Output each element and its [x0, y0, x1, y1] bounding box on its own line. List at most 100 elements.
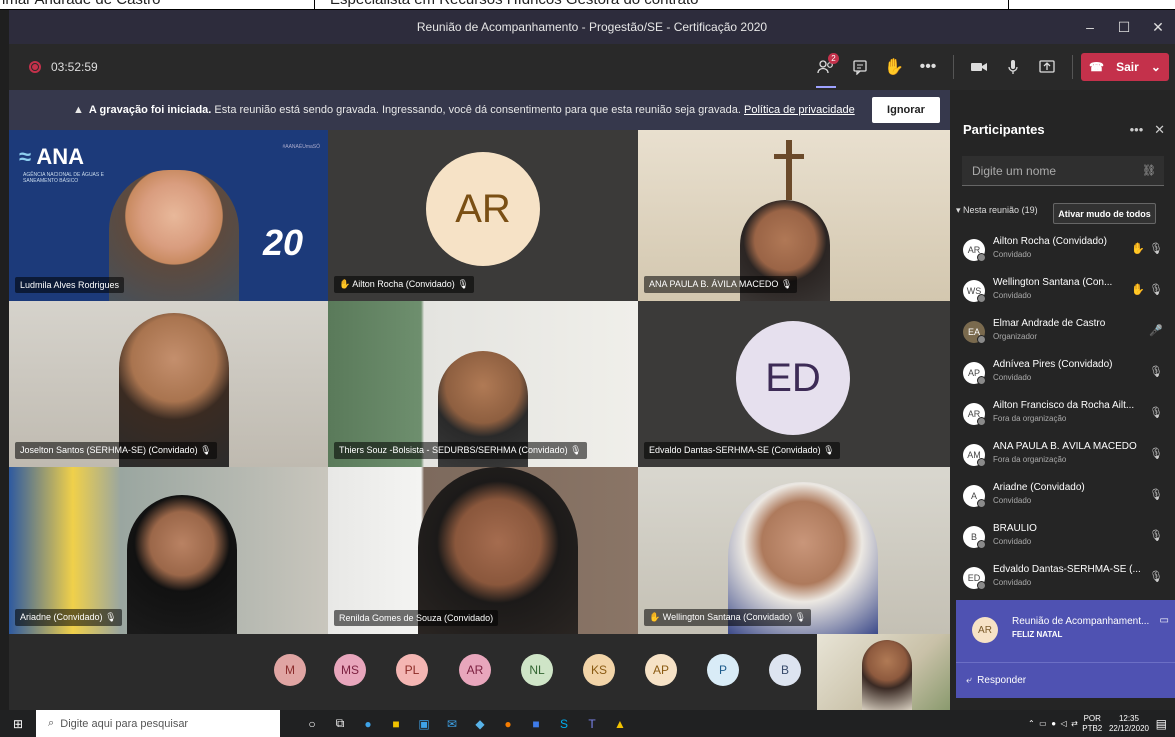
camera-button[interactable]: [962, 50, 996, 84]
list-item[interactable]: A Ariadne (Convidado) Convidado 🎙: [950, 476, 1175, 517]
avatar[interactable]: M: [274, 654, 306, 686]
avatar[interactable]: AR: [459, 654, 491, 686]
video-tile[interactable]: ANA PAULA B. ÁVILA MACEDO 🎙: [638, 130, 950, 301]
participant-video: [127, 495, 237, 634]
cortana-icon[interactable]: ○: [298, 710, 326, 737]
video-tile[interactable]: AR ✋ Ailton Rocha (Convidado) 🎙: [328, 130, 638, 301]
notification-title: Reunião de Acompanhament...: [1012, 616, 1150, 627]
chevron-down-icon[interactable]: ⌄: [1151, 60, 1161, 74]
list-item[interactable]: ED Edvaldo Dantas-SERHMA-SE (... Convidado…: [950, 558, 1175, 599]
network-icon[interactable]: ⇄: [1071, 719, 1078, 728]
participant-name: Ariadne (Convidado) 🎙: [15, 609, 122, 626]
privacy-link[interactable]: Política de privacidade: [744, 104, 855, 116]
list-item[interactable]: AP Adnívea Pires (Convidado) Convidado 🎙: [950, 353, 1175, 394]
avatar[interactable]: P: [707, 654, 739, 686]
mic-off-icon: 🎙: [823, 445, 835, 455]
reply-button[interactable]: ⤶ Responder: [956, 662, 1175, 698]
hand-icon: ✋: [1131, 284, 1145, 296]
video-tile[interactable]: Joselton Santos (SERHMA-SE) (Convidado) …: [9, 301, 328, 467]
task-view-icon[interactable]: ⧉: [326, 710, 354, 737]
leave-button[interactable]: ☎ Sair ⌄: [1081, 53, 1169, 81]
more-icon[interactable]: •••: [1130, 122, 1144, 137]
video-tile[interactable]: Renilda Gomes de Souza (Convidado): [328, 467, 638, 634]
volume-icon[interactable]: ◁: [1060, 719, 1066, 728]
chevron-up-icon[interactable]: ⌃: [1028, 719, 1035, 728]
avatar[interactable]: B: [769, 654, 801, 686]
list-item[interactable]: AM ANA PAULA B. ÁVILA MACEDO Fora da organ…: [950, 435, 1175, 476]
video-tile[interactable]: ✋ Wellington Santana (Convidado) 🎙: [638, 467, 950, 634]
mic-button[interactable]: [996, 50, 1030, 84]
close-icon[interactable]: ✕: [1141, 10, 1175, 44]
participant-name: Edvaldo Dantas-SERHMA-SE (...: [993, 564, 1141, 575]
app-icon[interactable]: ■: [522, 710, 550, 737]
avatar[interactable]: AP: [645, 654, 677, 686]
invite-link-icon[interactable]: ⛓: [1142, 164, 1156, 177]
mute-all-button[interactable]: Ativar mudo de todos: [1053, 203, 1156, 224]
system-tray: ⌃ ▭ ● ◁ ⇄ POR PTB2 12:35 22/12/2020 ▤: [1028, 710, 1175, 737]
caption-left: lmar Andrade de Castro: [2, 0, 160, 8]
title-bar: Reunião de Acompanhamento - Progestão/SE…: [9, 10, 1175, 44]
participant-name: Joselton Santos (SERHMA-SE) (Convidado) …: [15, 442, 217, 459]
raise-hand-button[interactable]: ✋: [877, 50, 911, 84]
close-icon[interactable]: ✕: [1154, 122, 1165, 137]
self-view-video[interactable]: [817, 634, 950, 710]
battery-icon[interactable]: ▭: [1039, 719, 1047, 728]
participants-badge: 2: [828, 53, 839, 64]
mic-off-icon: 🎙: [200, 445, 212, 455]
edge-icon[interactable]: ●: [354, 710, 382, 737]
list-item[interactable]: EA Elmar Andrade de Castro Organizador 🎤: [950, 312, 1175, 353]
mic-off-icon: 🎙: [1149, 243, 1163, 255]
list-item[interactable]: AR Ailton Francisco da Rocha Ailt... Fora …: [950, 394, 1175, 435]
mail-icon[interactable]: ✉: [438, 710, 466, 737]
more-icon: •••: [919, 58, 937, 75]
recording-banner: ▲ A gravação foi iniciada. Esta reunião …: [9, 90, 950, 130]
camera-icon: [971, 63, 987, 71]
participant-name: ANA PAULA B. ÁVILA MACEDO: [993, 441, 1137, 452]
list-item[interactable]: AR Ailton Rocha (Convidado) Convidado ✋ 🎙: [950, 230, 1175, 271]
app-icon[interactable]: ▲: [606, 710, 634, 737]
mic-off-icon: 🎙: [794, 612, 807, 622]
caption-right: Especialista em Recursos Hídricos Gestor…: [330, 0, 699, 8]
banner-text: Esta reunião está sendo gravada. Ingress…: [214, 104, 741, 116]
clock[interactable]: 12:35 22/12/2020: [1109, 714, 1149, 734]
chat-notification[interactable]: AR Reunião de Acompanhament... FELIZ NAT…: [956, 600, 1175, 698]
maps-icon[interactable]: ◆: [466, 710, 494, 737]
teams-icon[interactable]: T: [578, 710, 606, 737]
notifications-icon[interactable]: ▤: [1156, 717, 1167, 731]
firefox-icon[interactable]: ●: [494, 710, 522, 737]
list-item[interactable]: WS Wellington Santana (Con... Convidado ✋ 🎙: [950, 271, 1175, 312]
notification-message: FELIZ NATAL: [1012, 630, 1063, 639]
avatar: ED: [963, 567, 986, 590]
chat-button[interactable]: [843, 50, 877, 84]
video-tile[interactable]: ED Edvaldo Dantas-SERHMA-SE (Convidado) …: [638, 301, 950, 467]
video-tile[interactable]: ≈ ANA AGÊNCIA NACIONAL DE ÁGUAS E SANEAM…: [9, 130, 328, 301]
avatar[interactable]: NL: [521, 654, 553, 686]
file-explorer-icon[interactable]: ■: [382, 710, 410, 737]
language-indicator[interactable]: POR PTB2: [1082, 714, 1102, 734]
avatar[interactable]: PL: [396, 654, 428, 686]
search-input[interactable]: Digite um nome ⛓: [962, 156, 1164, 186]
video-grid: ≈ ANA AGÊNCIA NACIONAL DE ÁGUAS E SANEAM…: [9, 130, 950, 634]
minimize-icon[interactable]: –: [1073, 10, 1107, 44]
taskbar-search-input[interactable]: ⌕ Digite aqui para pesquisar: [36, 710, 280, 737]
hashtag: #AANAÉUmaSÓ: [282, 144, 320, 150]
avatar: WS: [963, 280, 986, 303]
avatar: ED: [736, 321, 850, 435]
store-icon[interactable]: ▣: [410, 710, 438, 737]
share-button[interactable]: [1030, 50, 1064, 84]
mic-icon[interactable]: ●: [1051, 719, 1056, 728]
avatar: EA: [963, 321, 986, 344]
ignore-button[interactable]: Ignorar: [872, 97, 940, 123]
hand-icon: ✋: [1131, 243, 1145, 255]
maximize-icon[interactable]: ☐: [1107, 10, 1141, 44]
windows-start-icon[interactable]: ⊞: [0, 710, 36, 737]
list-item[interactable]: B BRAULIO Convidado 🎙: [950, 517, 1175, 558]
video-tile[interactable]: Ariadne (Convidado) 🎙: [9, 467, 328, 634]
avatar[interactable]: MS: [334, 654, 366, 686]
more-actions-button[interactable]: •••: [911, 50, 945, 84]
skype-icon[interactable]: S: [550, 710, 578, 737]
video-tile[interactable]: Thiers Souz -Bolsista - SEDURBS/SERHMA (…: [328, 301, 638, 467]
participants-button[interactable]: 2: [809, 50, 843, 88]
in-meeting-header[interactable]: ▾ Nesta reunião (19): [956, 205, 1038, 216]
avatar[interactable]: KS: [583, 654, 615, 686]
